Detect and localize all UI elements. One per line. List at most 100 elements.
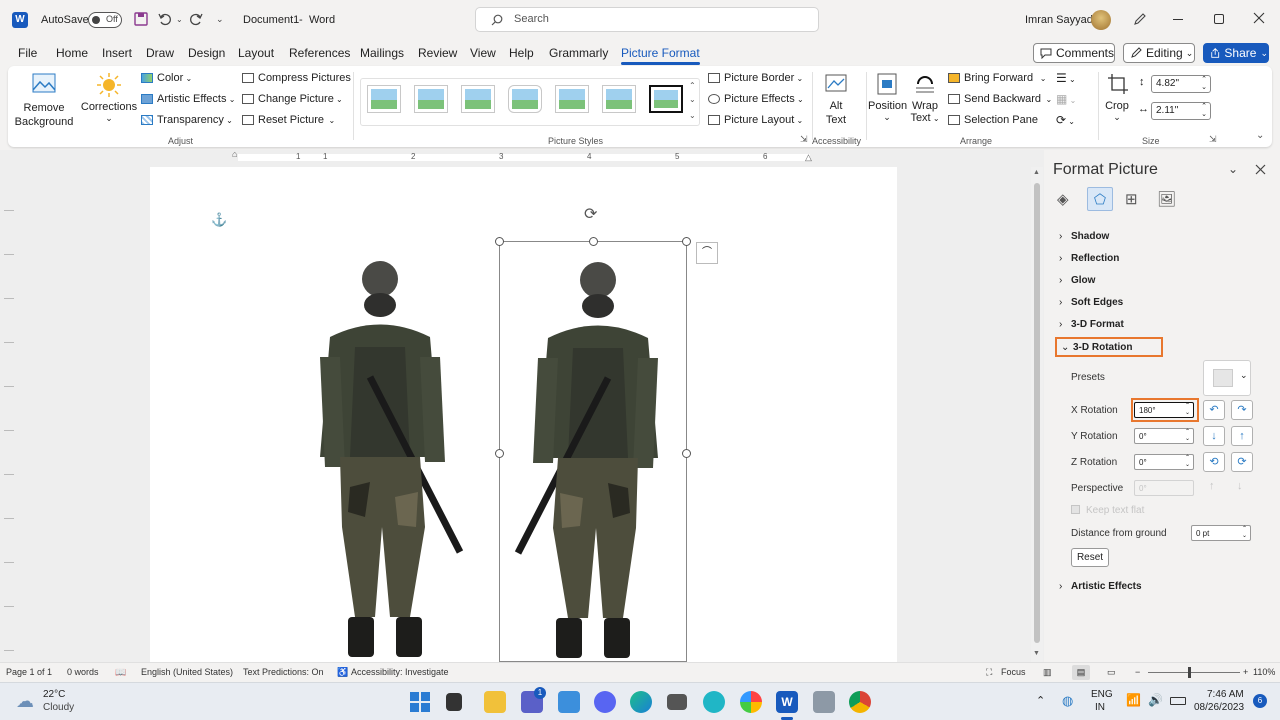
- settings-app-icon[interactable]: [813, 691, 835, 713]
- x-rotation-input[interactable]: 180° ⌃ ⌄: [1134, 402, 1194, 418]
- weather-temp[interactable]: 22°C: [43, 689, 65, 700]
- close-icon[interactable]: [1253, 12, 1265, 24]
- compress-pictures-button[interactable]: Compress Pictures: [242, 72, 351, 84]
- tab-help[interactable]: Help: [509, 46, 534, 60]
- language-secondary[interactable]: IN: [1095, 702, 1105, 713]
- tab-grammarly[interactable]: Grammarly: [549, 46, 608, 60]
- weather-condition[interactable]: Cloudy: [43, 702, 74, 713]
- presets-dropdown[interactable]: ⌄: [1203, 360, 1251, 396]
- y-rotation-input[interactable]: 0° ⌃ ⌄: [1134, 428, 1194, 444]
- section-3d-rotation[interactable]: ⌄ 3-D Rotation: [1055, 337, 1163, 357]
- position-button[interactable]: Position ⌄: [868, 72, 907, 123]
- notepad-icon[interactable]: [558, 691, 580, 713]
- size-launcher-icon[interactable]: ⇲: [1209, 134, 1217, 145]
- print-layout-icon[interactable]: ▤: [1072, 665, 1090, 680]
- z-rotation-input[interactable]: 0° ⌃ ⌄: [1134, 454, 1194, 470]
- picture-styles-launcher-icon[interactable]: ⇲: [800, 134, 808, 145]
- word-count[interactable]: 0 words: [67, 667, 99, 677]
- bring-forward-button[interactable]: Bring Forward ⌄: [948, 72, 1046, 84]
- picture-style-5[interactable]: [555, 85, 589, 113]
- zoom-level[interactable]: 110%: [1253, 667, 1275, 677]
- security-icon[interactable]: ◍: [1062, 693, 1073, 709]
- picture-tab-icon[interactable]: 🖼: [1157, 190, 1176, 208]
- reset-picture-button[interactable]: Reset Picture ⌄: [242, 114, 335, 126]
- distance-input[interactable]: 0 pt ⌃ ⌄: [1191, 525, 1251, 541]
- tab-view[interactable]: View: [470, 46, 496, 60]
- right-indent-marker-icon[interactable]: △: [805, 152, 812, 163]
- start-icon[interactable]: [410, 692, 430, 712]
- clock-date[interactable]: 08/26/2023: [1194, 702, 1244, 713]
- save-icon[interactable]: [134, 12, 148, 26]
- gallery-more-icon[interactable]: ⌄: [689, 111, 696, 120]
- width-input[interactable]: 2.11" ⌃ ⌄: [1151, 102, 1211, 120]
- text-predictions[interactable]: Text Predictions: On: [243, 667, 324, 677]
- pane-close-icon[interactable]: [1255, 164, 1266, 175]
- resize-handle[interactable]: [682, 449, 691, 458]
- remove-background-button[interactable]: Remove Background: [14, 72, 74, 128]
- restore-icon[interactable]: [1214, 14, 1224, 24]
- tab-mailings[interactable]: Mailings: [360, 46, 404, 60]
- discord-icon[interactable]: [594, 691, 616, 713]
- photos-icon[interactable]: [740, 691, 762, 713]
- notification-badge[interactable]: 6: [1253, 694, 1267, 708]
- rotate-handle-icon[interactable]: ⟳: [584, 204, 597, 224]
- customize-toolbar-icon[interactable]: ⌄: [216, 14, 224, 25]
- rotate-icon[interactable]: ⟳ ⌄: [1056, 113, 1075, 127]
- resize-handle[interactable]: [495, 237, 504, 246]
- height-input[interactable]: 4.82" ⌃ ⌄: [1151, 75, 1211, 93]
- task-view-icon[interactable]: [446, 693, 462, 711]
- file-explorer-icon[interactable]: [484, 691, 506, 713]
- gallery-scroll-down-icon[interactable]: ⌄: [689, 95, 696, 104]
- volume-icon[interactable]: 🔊: [1148, 693, 1163, 707]
- language[interactable]: English (United States): [141, 667, 233, 677]
- wifi-icon[interactable]: 📶: [1126, 693, 1141, 707]
- spinner-icon[interactable]: ⌃ ⌄: [1201, 103, 1207, 119]
- resize-handle[interactable]: [682, 237, 691, 246]
- app-icon[interactable]: [667, 694, 687, 710]
- tab-layout[interactable]: Layout: [238, 46, 274, 60]
- section-reflection[interactable]: › Reflection: [1059, 253, 1119, 264]
- edge-icon[interactable]: [630, 691, 652, 713]
- spinner-icon[interactable]: ⌃ ⌄: [1185, 403, 1190, 417]
- zoom-slider[interactable]: [1148, 667, 1240, 678]
- corrections-button[interactable]: Corrections ⌄: [80, 72, 138, 124]
- language-primary[interactable]: ENG: [1091, 689, 1113, 700]
- picture-effects-button[interactable]: Picture Effects ⌄: [708, 93, 804, 105]
- minimize-icon[interactable]: [1173, 19, 1183, 20]
- picture-soldier-original[interactable]: [300, 257, 470, 662]
- tab-review[interactable]: Review: [418, 46, 457, 60]
- vertical-scrollbar[interactable]: ▲ ▼: [1031, 167, 1043, 662]
- clock-time[interactable]: 7:46 AM: [1207, 689, 1244, 700]
- artistic-effects-button[interactable]: Artistic Effects ⌄: [141, 93, 235, 105]
- comments-button[interactable]: Comments: [1033, 43, 1115, 63]
- pen-icon[interactable]: [1133, 12, 1147, 26]
- picture-style-7[interactable]: [649, 85, 683, 113]
- tray-expand-icon[interactable]: ⌃: [1036, 694, 1045, 707]
- tab-picture-format[interactable]: Picture Format: [621, 46, 700, 65]
- transparency-button[interactable]: Transparency ⌄: [141, 114, 233, 126]
- reset-button[interactable]: Reset: [1071, 548, 1109, 567]
- chrome-icon[interactable]: [849, 691, 871, 713]
- resize-handle[interactable]: [589, 237, 598, 246]
- battery-icon[interactable]: [1170, 697, 1186, 705]
- spinner-icon[interactable]: ⌃ ⌄: [1185, 429, 1190, 443]
- pane-options-icon[interactable]: ⌄: [1228, 162, 1238, 176]
- picture-layout-button[interactable]: Picture Layout ⌄: [708, 114, 803, 126]
- spinner-icon[interactable]: ⌃ ⌄: [1242, 526, 1247, 540]
- autosave-toggle[interactable]: Off: [88, 12, 122, 28]
- share-button[interactable]: Share ⌄: [1203, 43, 1269, 63]
- layout-properties-tab-icon[interactable]: ⊞: [1125, 190, 1138, 208]
- picture-border-button[interactable]: Picture Border ⌄: [708, 72, 803, 84]
- spinner-icon[interactable]: ⌃ ⌄: [1185, 455, 1190, 469]
- change-picture-button[interactable]: Change Picture ⌄: [242, 93, 343, 105]
- document-page[interactable]: ⚓ ⟳ ⌒: [150, 167, 897, 662]
- fill-line-tab-icon[interactable]: ◈: [1057, 190, 1069, 208]
- x-rotate-left-button[interactable]: ↶: [1203, 400, 1225, 420]
- tab-file[interactable]: File: [18, 46, 37, 60]
- zoom-out-icon[interactable]: −: [1135, 667, 1140, 677]
- read-mode-icon[interactable]: ▥: [1043, 667, 1052, 678]
- y-rotate-down-button[interactable]: ↓: [1203, 426, 1225, 446]
- picture-style-2[interactable]: [414, 85, 448, 113]
- group-icon[interactable]: ▦ ⌄: [1056, 92, 1076, 106]
- effects-tab-icon[interactable]: ⬠: [1087, 187, 1113, 211]
